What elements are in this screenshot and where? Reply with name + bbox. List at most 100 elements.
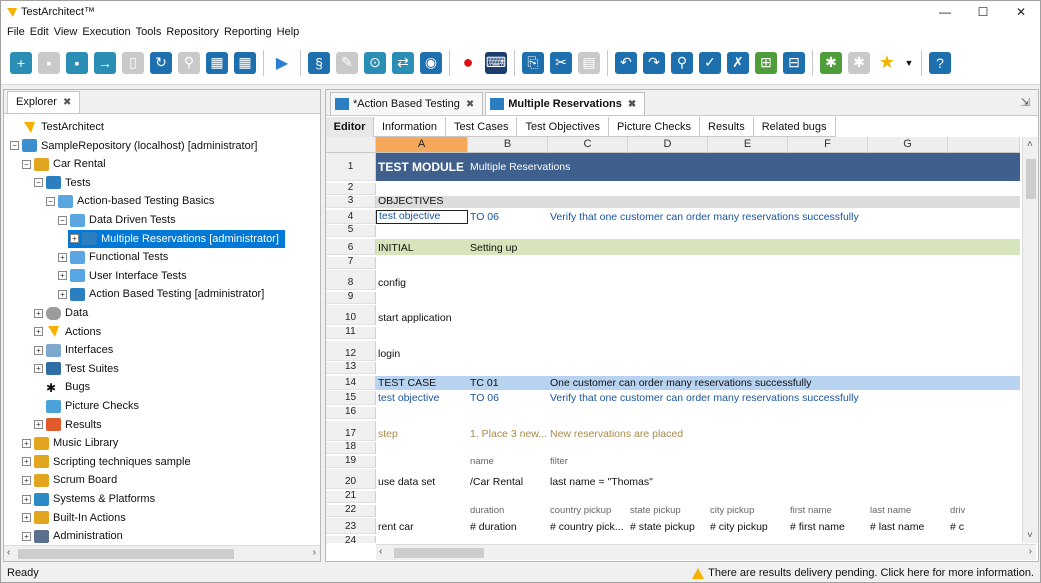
- expand-icon[interactable]: +: [22, 457, 31, 467]
- grid-cell-a[interactable]: config: [376, 270, 468, 290]
- scroll-down-icon[interactable]: ˅: [1027, 530, 1033, 541]
- row-number[interactable]: 19: [326, 455, 376, 468]
- tree-item[interactable]: + Action Based Testing [administrator]: [58, 285, 264, 303]
- collapse-icon[interactable]: −: [58, 215, 67, 225]
- grid-cell-d[interactable]: state pickup: [628, 505, 708, 517]
- menu-help[interactable]: Help: [277, 26, 300, 38]
- row-number[interactable]: 1: [326, 153, 376, 181]
- tab-related-bugs[interactable]: Related bugs: [753, 117, 836, 137]
- tree-item[interactable]: + Functional Tests: [58, 248, 168, 266]
- grid-cell-c[interactable]: # country pick...: [548, 518, 628, 534]
- row-number[interactable]: 23: [326, 518, 376, 535]
- check-icon[interactable]: ✓: [699, 51, 721, 74]
- grid-cell-d[interactable]: # state pickup: [628, 518, 708, 534]
- save-icon[interactable]: ▪: [38, 51, 60, 74]
- expand-icon[interactable]: +: [58, 271, 67, 281]
- column-header[interactable]: F: [788, 137, 868, 153]
- grid-cell-e[interactable]: # city pickup: [708, 518, 788, 534]
- row-number[interactable]: 12: [326, 340, 376, 361]
- row-number[interactable]: 5: [326, 224, 376, 238]
- tab-action-based-testing[interactable]: *Action Based Testing ✖: [330, 92, 484, 115]
- delete-row-icon[interactable]: ⊟: [783, 51, 805, 74]
- grid-cell-a[interactable]: rent car: [376, 518, 468, 534]
- tree-item[interactable]: + Test Suites: [34, 360, 119, 378]
- row-number[interactable]: 13: [326, 361, 376, 375]
- row-number[interactable]: 21: [326, 490, 376, 503]
- tree-item[interactable]: − Data Driven Tests: [58, 211, 176, 229]
- row-number[interactable]: 11: [326, 326, 376, 339]
- grid-cell-g[interactable]: last name: [868, 505, 948, 517]
- row-number[interactable]: 10: [326, 305, 376, 326]
- export-icon[interactable]: ▯: [122, 51, 144, 74]
- expand-icon[interactable]: +: [22, 531, 31, 541]
- expand-icon[interactable]: +: [34, 308, 43, 318]
- menu-reporting[interactable]: Reporting: [224, 26, 272, 38]
- scroll-left-icon[interactable]: ‹: [7, 547, 10, 558]
- grid-cell-g[interactable]: # last name: [868, 518, 948, 534]
- save-all-icon[interactable]: ▪: [66, 51, 88, 74]
- redo-icon[interactable]: ↷: [643, 51, 665, 74]
- import-icon[interactable]: →: [94, 51, 116, 74]
- scrollbar-thumb[interactable]: [1026, 159, 1036, 199]
- test-module-grid[interactable]: A B C D E F G 1 TEST MODULE Multiple Reservations…: [326, 137, 1020, 543]
- results-pending-notice[interactable]: There are results delivery pending. Clic…: [692, 567, 1034, 579]
- row-number[interactable]: 9: [326, 291, 376, 304]
- paste-icon[interactable]: ▤: [578, 51, 600, 74]
- column-header[interactable]: E: [708, 137, 788, 153]
- tree-item[interactable]: + Music Library: [22, 434, 118, 452]
- grid-cell-a[interactable]: INITIAL: [376, 239, 468, 255]
- tree-item[interactable]: + Multiple Reservations [administrator]: [68, 229, 285, 248]
- search-icon[interactable]: ⚲: [178, 51, 200, 74]
- column-header[interactable]: D: [628, 137, 708, 153]
- tree-item[interactable]: + Scrum Board: [22, 471, 117, 489]
- grid-cell-c[interactable]: country pickup: [548, 505, 628, 517]
- grid-cell-b[interactable]: /Car Rental: [468, 469, 548, 489]
- chevron-down-icon[interactable]: ▼: [904, 52, 914, 74]
- row-number[interactable]: 22: [326, 504, 376, 517]
- row-number[interactable]: 8: [326, 270, 376, 291]
- remove-check-icon[interactable]: ✗: [727, 51, 749, 74]
- tree-item[interactable]: + Built-In Actions: [22, 509, 126, 527]
- expand-icon[interactable]: +: [58, 289, 67, 299]
- grid-cell-b[interactable]: TC 01: [468, 376, 548, 390]
- scroll-left-icon[interactable]: ‹: [379, 546, 382, 557]
- scroll-right-icon[interactable]: ›: [313, 547, 316, 558]
- expand-icon[interactable]: +: [22, 513, 31, 523]
- star-icon[interactable]: ★: [876, 52, 898, 74]
- grid-cell-a[interactable]: test objective: [376, 391, 468, 405]
- grid-cell-b[interactable]: Multiple Reservations: [468, 153, 768, 181]
- grid-corner[interactable]: [326, 137, 376, 153]
- grid-cell-a[interactable]: use data set: [376, 469, 468, 489]
- record-icon[interactable]: ●: [457, 52, 479, 74]
- row-number[interactable]: 6: [326, 239, 376, 255]
- column-header[interactable]: [948, 137, 1020, 153]
- row-number[interactable]: 7: [326, 256, 376, 269]
- expand-icon[interactable]: +: [34, 345, 43, 355]
- tab-test-cases[interactable]: Test Cases: [446, 117, 518, 137]
- new-icon[interactable]: +: [10, 51, 32, 74]
- grid-cell-f[interactable]: first name: [788, 505, 868, 517]
- collapse-icon[interactable]: −: [34, 178, 43, 188]
- row-number[interactable]: 17: [326, 420, 376, 441]
- grid-cell-a[interactable]: start application: [376, 305, 468, 325]
- menu-tools[interactable]: Tools: [136, 26, 162, 38]
- grid-vertical-scrollbar[interactable]: ˄ ˅: [1022, 137, 1038, 543]
- tree-item[interactable]: + Administration: [22, 527, 123, 545]
- expand-icon[interactable]: +: [22, 475, 31, 485]
- expand-icon[interactable]: +: [22, 438, 31, 448]
- tab-list-menu-icon[interactable]: ⇲: [1021, 96, 1030, 109]
- tab-picture-checks[interactable]: Picture Checks: [609, 117, 701, 137]
- menu-file[interactable]: File: [7, 26, 25, 38]
- grid-cell-c[interactable]: Verify that one customer can order many …: [548, 391, 948, 405]
- copy-icon[interactable]: ⎘: [522, 51, 544, 74]
- column-header[interactable]: G: [868, 137, 948, 153]
- grid-cell-a[interactable]: TEST CASE: [376, 376, 468, 390]
- add-test-icon[interactable]: ▦: [206, 51, 228, 74]
- maximize-button[interactable]: ☐: [964, 1, 1002, 23]
- row-number[interactable]: 15: [326, 391, 376, 406]
- grid-cell-c[interactable]: filter: [548, 456, 948, 468]
- scrollbar-thumb[interactable]: [394, 548, 484, 558]
- bug-icon[interactable]: ✱: [820, 51, 842, 74]
- tree-item[interactable]: − Action-based Testing Basics: [46, 192, 214, 210]
- row-number[interactable]: 16: [326, 406, 376, 419]
